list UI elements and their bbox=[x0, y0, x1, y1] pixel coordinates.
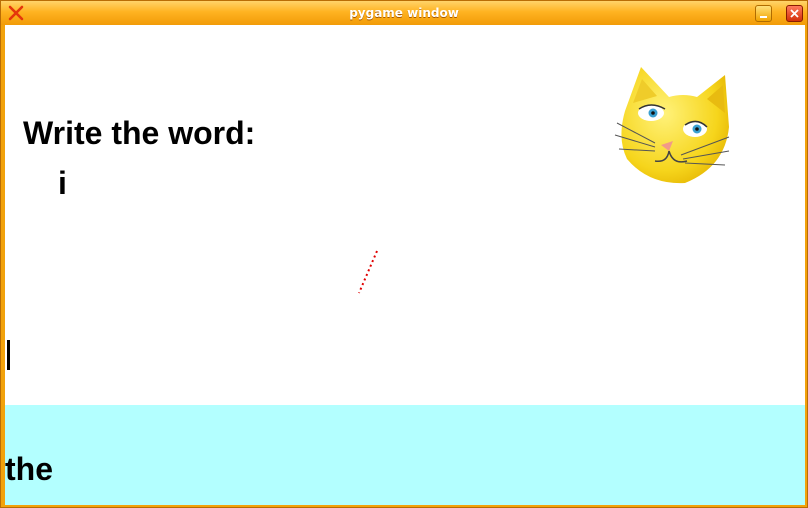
target-word: the bbox=[5, 451, 53, 487]
close-button[interactable] bbox=[786, 5, 803, 22]
close-icon bbox=[790, 9, 799, 18]
red-trail-mark bbox=[358, 250, 378, 294]
minimize-button[interactable] bbox=[755, 5, 772, 22]
prompt-text: Write the word: bbox=[23, 115, 256, 151]
game-canvas[interactable]: Write the word: i the bbox=[5, 25, 805, 505]
word-strip: the bbox=[5, 405, 805, 505]
window-title: pygame window bbox=[349, 6, 459, 20]
cat-face-icon bbox=[614, 67, 730, 184]
pygame-window: pygame window Write the word: i the bbox=[0, 0, 808, 508]
title-bar[interactable]: pygame window bbox=[1, 1, 807, 25]
typed-text: i bbox=[58, 165, 67, 201]
text-cursor bbox=[7, 340, 10, 370]
